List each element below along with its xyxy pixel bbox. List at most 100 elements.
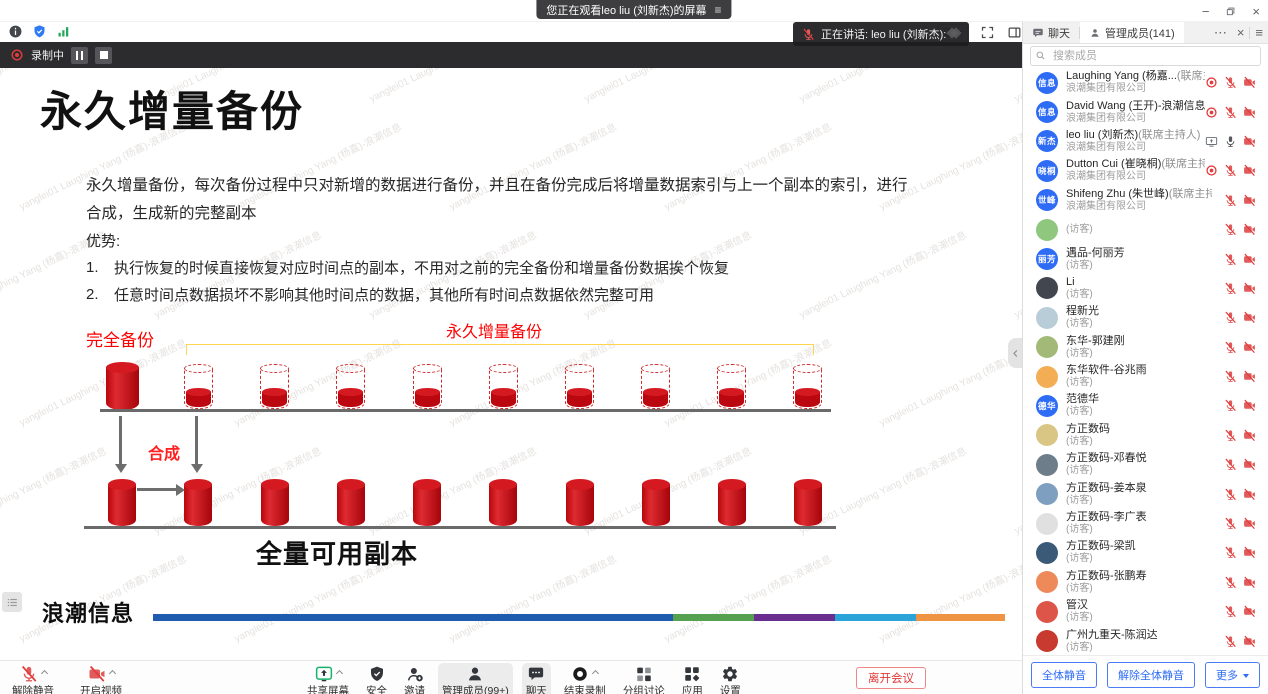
leave-meeting-button[interactable]: 离开会议	[856, 667, 926, 689]
participant-row[interactable]: 方正数码-李广表(访客)	[1023, 509, 1268, 538]
participant-row[interactable]: 丽芳遇品-何丽芳(访客)	[1023, 244, 1268, 273]
mic-off-icon[interactable]	[1224, 488, 1237, 501]
annotation-toolbar-button[interactable]	[2, 592, 22, 612]
minimize-button[interactable]: −	[1202, 4, 1210, 19]
mute-all-button[interactable]: 全体静音	[1031, 662, 1097, 688]
cam-off-icon[interactable]	[1243, 370, 1256, 383]
participant-row[interactable]: 德华范德华(访客)	[1023, 391, 1268, 420]
network-signal-icon[interactable]	[56, 24, 71, 39]
mic-off-icon[interactable]	[1224, 106, 1237, 119]
participant-row[interactable]: (访客)	[1023, 215, 1268, 244]
toolbar-invite[interactable]: 邀请	[400, 663, 429, 694]
cam-off-icon[interactable]	[1243, 341, 1256, 354]
mic-off-icon[interactable]	[1224, 399, 1237, 412]
toolbar-member[interactable]: 管理成员(99+)	[438, 663, 513, 694]
chevron-up-icon[interactable]	[108, 670, 115, 677]
participant-row[interactable]: 方正数码-张鹏寿(访客)	[1023, 568, 1268, 597]
mic-off-icon[interactable]	[1224, 253, 1237, 266]
toolbar-cam-off[interactable]: 开启视频	[76, 663, 126, 694]
participant-row[interactable]: 东华软件-谷兆雨(访客)	[1023, 362, 1268, 391]
panel-menu-icon[interactable]: ≡	[1250, 25, 1268, 40]
cam-off-icon[interactable]	[1243, 194, 1256, 207]
toolbar-gear[interactable]: 设置	[716, 663, 745, 694]
search-input[interactable]	[1030, 46, 1261, 66]
cam-off-icon[interactable]	[1243, 429, 1256, 442]
cam-off-icon[interactable]	[1243, 605, 1256, 618]
stop-recording-button[interactable]	[95, 47, 112, 64]
mic-off-icon[interactable]	[1224, 76, 1237, 89]
mic-off-icon[interactable]	[1224, 341, 1237, 354]
watching-banner[interactable]: 您正在观看leo liu (刘新杰)的屏幕 ≡	[536, 0, 731, 19]
participant-row[interactable]: 方正数码(访客)	[1023, 421, 1268, 450]
mic-off-icon[interactable]	[1224, 282, 1237, 295]
mic-on-icon[interactable]	[1224, 135, 1237, 148]
fullscreen-icon[interactable]	[980, 25, 995, 40]
toolbar-chat[interactable]: 聊天	[522, 663, 551, 694]
record-icon[interactable]	[1205, 106, 1218, 119]
mic-off-icon[interactable]	[1224, 458, 1237, 471]
mic-off-icon[interactable]	[1224, 546, 1237, 559]
cam-off-icon[interactable]	[1243, 135, 1256, 148]
cam-off-icon[interactable]	[1243, 488, 1256, 501]
participant-row[interactable]: 世峰Shifeng Zhu (朱世峰)(联席主持人)浪潮集团有限公司	[1023, 186, 1268, 215]
participant-row[interactable]: 方正数码-梁凯(访客)	[1023, 538, 1268, 567]
panel-close-button[interactable]: ×	[1232, 25, 1250, 40]
cam-off-icon[interactable]	[1243, 282, 1256, 295]
mic-off-icon[interactable]	[1224, 605, 1237, 618]
record-icon[interactable]	[1205, 76, 1218, 89]
close-button[interactable]: ×	[1252, 4, 1260, 19]
participant-row[interactable]: Li(访客)	[1023, 274, 1268, 303]
cam-off-icon[interactable]	[1243, 458, 1256, 471]
more-button[interactable]: 更多	[1205, 662, 1260, 688]
participant-row[interactable]: 晓桐Dutton Cui (崔晓桐)(联席主持人)浪潮集团有限公司	[1023, 156, 1268, 185]
mic-off-icon[interactable]	[1224, 223, 1237, 236]
panel-tab-members[interactable]: 管理成员(141)	[1080, 22, 1184, 43]
cam-off-icon[interactable]	[1243, 164, 1256, 177]
screen-share-sm-icon[interactable]	[1205, 135, 1218, 148]
toolbar-apps[interactable]: 应用	[678, 663, 707, 694]
cam-off-icon[interactable]	[1243, 635, 1256, 648]
restore-button[interactable]	[1225, 6, 1236, 17]
chevron-up-icon[interactable]	[592, 670, 599, 677]
mic-off-icon[interactable]	[1224, 429, 1237, 442]
participant-row[interactable]: 方正数码-姜本泉(访客)	[1023, 479, 1268, 508]
toolbar-mic-off[interactable]: 解除静音	[8, 663, 58, 694]
toolbar-share-screen[interactable]: 共享屏幕	[303, 663, 353, 694]
participant-row[interactable]: 信息Laughing Yang (杨嘉...(联席主持人, 我)浪潮集团有限公司	[1023, 68, 1268, 97]
cam-off-icon[interactable]	[1243, 399, 1256, 412]
cam-off-icon[interactable]	[1243, 76, 1256, 89]
mic-off-icon[interactable]	[1224, 635, 1237, 648]
toolbar-breakout[interactable]: 分组讨论	[619, 663, 669, 694]
unmute-all-button[interactable]: 解除全体静音	[1107, 662, 1195, 688]
panel-tab-chat[interactable]: 聊天	[1023, 22, 1079, 43]
chevron-up-icon[interactable]	[40, 670, 47, 677]
mic-off-icon[interactable]	[1224, 311, 1237, 324]
participant-row[interactable]: 信息David Wang (王开)-浪潮信息(主持人)浪潮集团有限公司	[1023, 97, 1268, 126]
cam-off-icon[interactable]	[1243, 253, 1256, 266]
toolbar-stop-record[interactable]: 结束录制	[560, 663, 610, 694]
cam-off-icon[interactable]	[1243, 576, 1256, 589]
side-panel-toggle-icon[interactable]	[1007, 25, 1022, 40]
chevron-up-icon[interactable]	[335, 670, 342, 677]
banner-menu-icon[interactable]: ≡	[715, 3, 722, 17]
mic-off-icon[interactable]	[1224, 194, 1237, 207]
participant-row[interactable]: 程新光(访客)	[1023, 303, 1268, 332]
toolbar-shield[interactable]: 安全	[362, 663, 391, 694]
meeting-info-icon[interactable]	[8, 24, 23, 39]
mic-off-icon[interactable]	[1224, 370, 1237, 383]
participant-row[interactable]: 广州九重天-陈润达(访客)	[1023, 626, 1268, 655]
panel-collapse-handle[interactable]	[1008, 338, 1022, 368]
cam-off-icon[interactable]	[1243, 517, 1256, 530]
mic-off-icon[interactable]	[1224, 576, 1237, 589]
participant-row[interactable]: 管汉(访客)	[1023, 597, 1268, 626]
mic-off-icon[interactable]	[1224, 517, 1237, 530]
cam-off-icon[interactable]	[1243, 546, 1256, 559]
panel-more-button[interactable]: ⋯	[1209, 25, 1232, 41]
participant-row[interactable]: 方正数码-邓春悦(访客)	[1023, 450, 1268, 479]
participant-row[interactable]: 新杰leo liu (刘新杰)(联席主持人)浪潮集团有限公司	[1023, 127, 1268, 156]
cam-off-icon[interactable]	[1243, 223, 1256, 236]
record-icon[interactable]	[1205, 164, 1218, 177]
security-shield-icon[interactable]	[32, 24, 47, 39]
participant-row[interactable]: 东华-郭建刚(访客)	[1023, 333, 1268, 362]
pause-recording-button[interactable]	[71, 47, 88, 64]
